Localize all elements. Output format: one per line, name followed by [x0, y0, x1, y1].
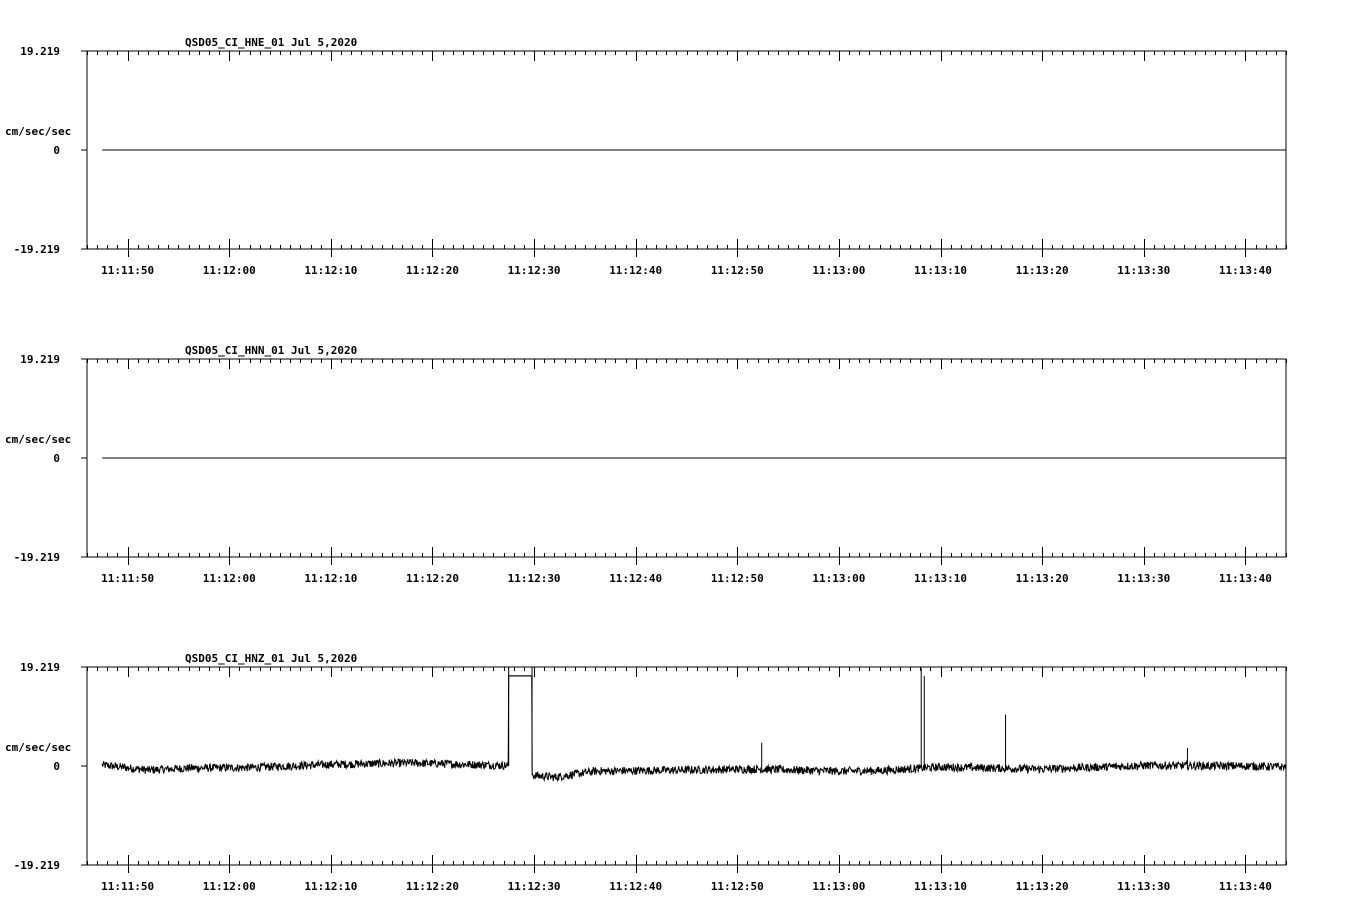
- y-tick-label: 19.219: [20, 661, 60, 674]
- x-tick-label: 11:12:10: [304, 572, 357, 585]
- x-tick-label: 11:12:20: [406, 880, 459, 893]
- x-tick-label: 11:13:20: [1016, 880, 1069, 893]
- x-tick-label: 11:12:50: [711, 880, 764, 893]
- seismogram-panels: QSD05_CI_HNE_01 Jul 5,2020 19.219 0 -19.219…: [5, 36, 1287, 893]
- y-tick-label: 0: [53, 452, 60, 465]
- x-tick-label: 11:13:00: [812, 572, 865, 585]
- x-tick-label: 11:13:20: [1016, 572, 1069, 585]
- x-tick-label: 11:12:00: [203, 572, 256, 585]
- x-tick-label: 11:12:50: [711, 264, 764, 277]
- panel-title: QSD05_CI_HNE_01 Jul 5,2020: [185, 36, 357, 49]
- x-tick-label: 11:12:00: [203, 880, 256, 893]
- x-tick-label: 11:13:00: [812, 264, 865, 277]
- x-tick-label: 11:13:30: [1117, 264, 1170, 277]
- y-tick-label: -19.219: [14, 859, 60, 872]
- x-tick-label: 11:13:10: [914, 572, 967, 585]
- x-tick-label: 11:12:10: [304, 880, 357, 893]
- x-tick-label: 11:12:00: [203, 264, 256, 277]
- panel-title: QSD05_CI_HNN_01 Jul 5,2020: [185, 344, 357, 357]
- x-tick-label: 11:12:20: [406, 572, 459, 585]
- waveform-trace: [101, 675, 1287, 783]
- y-axis-label: cm/sec/sec: [5, 433, 71, 446]
- x-tick-label: 11:13:40: [1219, 572, 1272, 585]
- x-tick-label: 11:13:40: [1219, 264, 1272, 277]
- y-tick-label: -19.219: [14, 243, 60, 256]
- panel-2: QSD05_CI_HNN_01 Jul 5,2020 19.219 0 -19.219…: [5, 344, 1287, 585]
- x-tick-label: 11:11:50: [101, 264, 154, 277]
- panel-title: QSD05_CI_HNZ_01 Jul 5,2020: [185, 652, 357, 665]
- x-tick-label: 11:13:30: [1117, 572, 1170, 585]
- x-tick-label: 11:12:20: [406, 264, 459, 277]
- x-tick-label: 11:13:20: [1016, 264, 1069, 277]
- x-tick-label: 11:12:10: [304, 264, 357, 277]
- y-axis-label: cm/sec/sec: [5, 741, 71, 754]
- x-tick-label: 11:12:40: [609, 880, 662, 893]
- x-tick-label: 11:13:10: [914, 264, 967, 277]
- x-tick-label: 11:12:40: [609, 572, 662, 585]
- x-tick-label: 11:12:30: [508, 264, 561, 277]
- panel-1: QSD05_CI_HNE_01 Jul 5,2020 19.219 0 -19.219…: [5, 36, 1287, 277]
- x-tick-label: 11:12:30: [508, 880, 561, 893]
- x-tick-label: 11:11:50: [101, 880, 154, 893]
- x-tick-label: 11:12:50: [711, 572, 764, 585]
- x-tick-label: 11:13:10: [914, 880, 967, 893]
- x-tick-label: 11:13:30: [1117, 880, 1170, 893]
- panel-3: QSD05_CI_HNZ_01 Jul 5,2020 19.219 0 -19.219…: [5, 652, 1287, 893]
- y-tick-label: 0: [53, 760, 60, 773]
- x-tick-label: 11:12:30: [508, 572, 561, 585]
- y-axis-label: cm/sec/sec: [5, 125, 71, 138]
- x-tick-label: 11:13:00: [812, 880, 865, 893]
- clipped-segment: [508, 667, 533, 772]
- y-tick-label: 0: [53, 144, 60, 157]
- y-tick-label: 19.219: [20, 353, 60, 366]
- x-tick-label: 11:12:40: [609, 264, 662, 277]
- x-tick-label: 11:11:50: [101, 572, 154, 585]
- x-tick-label: 11:13:40: [1219, 880, 1272, 893]
- y-tick-label: 19.219: [20, 45, 60, 58]
- y-tick-label: -19.219: [14, 551, 60, 564]
